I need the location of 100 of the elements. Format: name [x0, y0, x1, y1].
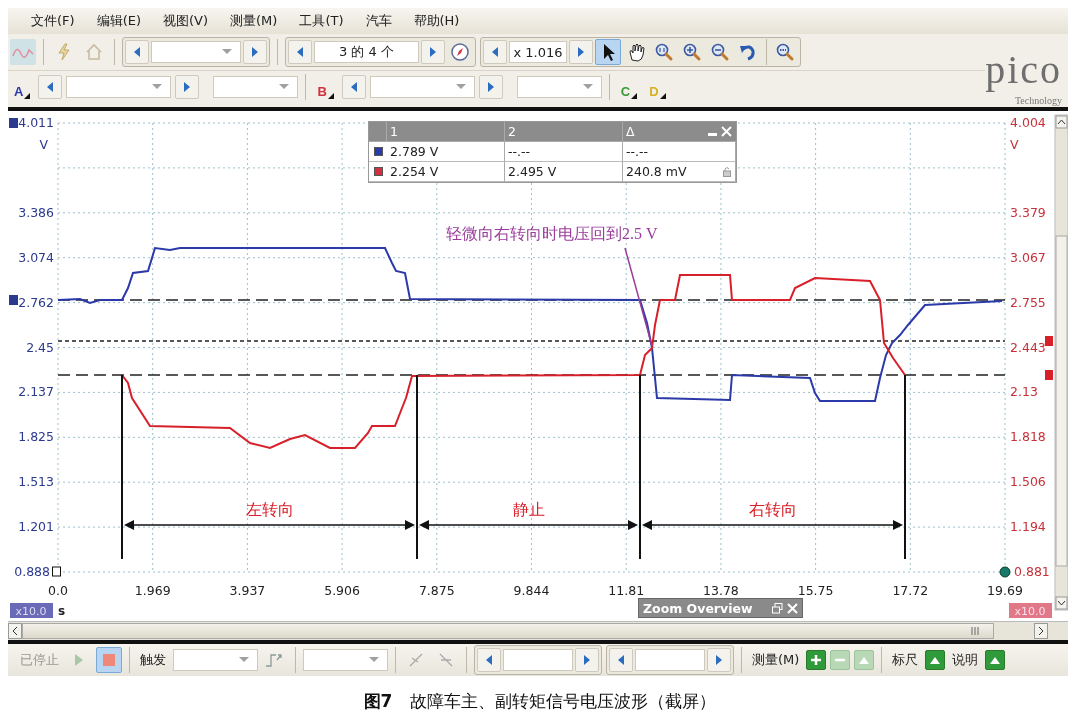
menu-item[interactable]: 测量(M): [219, 12, 289, 30]
corner-triangle-icon: [24, 93, 31, 99]
channel-marker[interactable]: [9, 118, 18, 128]
next-button[interactable]: [243, 40, 267, 64]
input-field[interactable]: [503, 649, 573, 671]
axis-tick-label: 3.379: [1010, 204, 1046, 220]
axis-tick-label: 5.906: [324, 583, 360, 598]
next-button[interactable]: [707, 648, 731, 672]
table-cell: 2.495 V: [508, 164, 557, 179]
input-field[interactable]: [635, 649, 705, 671]
figure-number: 图7: [363, 689, 393, 713]
trigger-label: 触发: [139, 651, 167, 669]
cursor-handle[interactable]: [1045, 336, 1053, 346]
axis-tick-label: 1.506: [1010, 474, 1046, 490]
previous-button[interactable]: [341, 75, 366, 99]
lightning-icon: [56, 43, 72, 61]
table-cell: --.--: [626, 144, 648, 159]
scrollbar-thumb[interactable]: [22, 623, 994, 639]
next-button[interactable]: [421, 40, 445, 64]
table-cell: --.--: [508, 144, 530, 159]
restore-icon[interactable]: [772, 602, 783, 614]
zoom-in-icon: [682, 42, 702, 62]
menu-item[interactable]: 工具(T): [288, 12, 355, 30]
ruler-handle[interactable]: [52, 566, 61, 577]
panel-title: Zoom Overview: [643, 600, 753, 616]
axis-tick-label: 2.45: [26, 339, 54, 355]
previous-button[interactable]: [477, 648, 501, 672]
table-cell: 2.789 V: [390, 144, 439, 159]
menu-item[interactable]: 汽车: [354, 12, 403, 30]
chevron-left-icon: [11, 626, 19, 636]
cursor-cross-icon: [437, 651, 455, 669]
close-icon[interactable]: [787, 602, 798, 614]
next-button[interactable]: [575, 648, 599, 672]
channel-letter: B: [317, 84, 327, 99]
table-cell: 2.254 V: [390, 164, 439, 179]
previous-button[interactable]: [125, 40, 149, 64]
zoom-fit-icon: [654, 42, 674, 62]
annotation-text: 轻微向右转向时电压回到2.5 V: [446, 225, 658, 242]
vertical-scrollbar[interactable]: [1054, 114, 1068, 611]
channel-button[interactable]: A: [10, 75, 35, 99]
scroll-left-button[interactable]: [8, 623, 22, 639]
channel-marker[interactable]: [9, 295, 18, 305]
notes-button[interactable]: [985, 650, 1006, 670]
scale-badge[interactable]: x10.0: [10, 603, 53, 618]
logo-wordmark: pico: [985, 48, 1062, 92]
logo-tagline: Technology: [1014, 94, 1062, 107]
axis-tick-label: 3.937: [229, 583, 266, 598]
chevron-right-icon: [1037, 626, 1045, 636]
menu-item[interactable]: 视图(V): [152, 12, 220, 30]
axis-tick-label: 19.69: [987, 583, 1023, 598]
previous-button[interactable]: [38, 75, 63, 99]
axis-tick-label: 11.81: [608, 583, 645, 598]
axis-tick-label: 13.78: [703, 583, 739, 598]
previous-button[interactable]: [483, 40, 507, 64]
axis-tick-label: 7.875: [418, 583, 455, 598]
next-button[interactable]: [478, 75, 503, 99]
tool-button[interactable]: [595, 39, 621, 65]
previous-button[interactable]: [609, 648, 633, 672]
phase-label: 左转向: [245, 501, 294, 518]
zoom-field[interactable]: x 1.016: [509, 41, 567, 63]
channel-letter: C: [620, 84, 631, 99]
axis-tick-label: 3.386: [18, 204, 54, 220]
axis-tick-label: 1.825: [18, 429, 54, 445]
figure-caption: 故障车主、副转矩信号电压波形（截屏）: [410, 689, 717, 713]
measurement-button[interactable]: [806, 650, 827, 670]
menu-item[interactable]: 文件(F): [20, 12, 86, 30]
close-icon[interactable]: [721, 126, 732, 137]
waveform-button[interactable]: [10, 39, 36, 65]
buffer-field[interactable]: 3 的 4 个: [314, 41, 419, 63]
menu-item[interactable]: 帮助(H): [402, 12, 471, 30]
axis-tick-label: 2.137: [18, 384, 54, 400]
axis-tick-label: 1.969: [134, 583, 171, 598]
next-button[interactable]: [175, 75, 200, 99]
menu-item[interactable]: 编辑(E): [85, 12, 152, 30]
scroll-right-button[interactable]: [1034, 623, 1048, 639]
previous-button[interactable]: [288, 40, 312, 64]
ruler-button[interactable]: [925, 650, 946, 670]
status-label: 已停止: [19, 651, 60, 669]
channel-letter: A: [14, 84, 24, 99]
next-button[interactable]: [569, 40, 593, 64]
axis-tick-label: 0.888: [14, 564, 50, 579]
axis-tick-label: 3.067: [1010, 249, 1046, 265]
axis-tick-label: 2.755: [1010, 294, 1046, 310]
stop-icon: [103, 654, 115, 666]
lock-icon[interactable]: [723, 166, 731, 177]
phase-label: 右转向: [748, 501, 797, 518]
axis-unit: V: [1010, 137, 1019, 152]
channel-button[interactable]: B: [313, 75, 338, 99]
cursor-handle[interactable]: [1045, 370, 1053, 380]
axis-tick-label: 1.194: [1010, 519, 1046, 535]
zoom-full-icon: [775, 42, 795, 62]
axis-tick-label: 2.443: [1010, 339, 1046, 355]
zoom-out-icon: [710, 42, 730, 62]
axis-tick-label: 1.513: [18, 474, 54, 490]
ruler-handle[interactable]: [999, 566, 1011, 578]
axis-tick-label: 0.0: [48, 583, 68, 598]
axis-tick-label: 4.004: [1010, 115, 1046, 130]
axis-tick-label: 15.75: [797, 583, 834, 598]
axis-unit: V: [39, 137, 48, 152]
corner-triangle-icon: [327, 93, 334, 99]
